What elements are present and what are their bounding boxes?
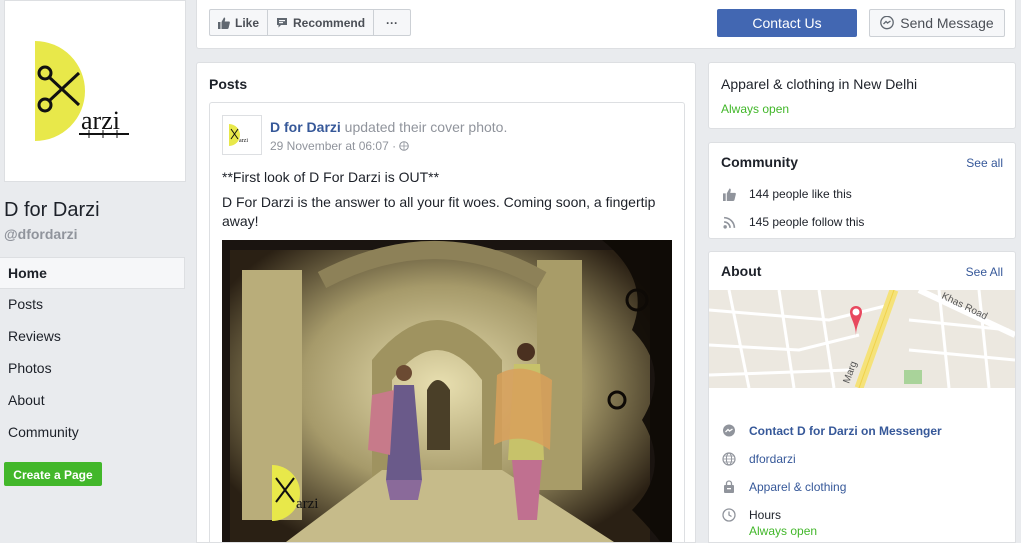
like-button[interactable]: Like [209, 9, 269, 36]
create-page-button[interactable]: Create a Page [4, 462, 102, 486]
community-card: Community See all 144 people like this 1… [708, 142, 1016, 239]
category-status: Always open [721, 102, 790, 116]
globe-icon [399, 139, 410, 153]
community-likes-row: 144 people like this [721, 187, 852, 201]
post-header: D for Darzi updated their cover photo. [270, 119, 507, 135]
community-heading: Community [721, 154, 798, 170]
rss-feed-icon [721, 216, 737, 229]
page-nav: Home Posts Reviews Photos About Communit… [0, 257, 185, 449]
nav-item-posts[interactable]: Posts [0, 289, 185, 321]
community-follows-row: 145 people follow this [721, 215, 864, 229]
globe-icon [721, 452, 737, 466]
about-card: About See All Khas Road Marg Contact D f… [708, 251, 1016, 543]
nav-item-about[interactable]: About [0, 385, 185, 417]
action-button-group: Like Recommend ··· [209, 9, 412, 36]
posts-card: Posts arzi D for Darzi updated their cov… [196, 62, 696, 543]
darzi-logo: arzi [35, 41, 129, 141]
post: arzi D for Darzi updated their cover pho… [209, 102, 685, 542]
hours-block: Hours Always open [749, 508, 817, 538]
like-label: Like [235, 15, 260, 30]
category-card: Apparel & clothing in New Delhi Always o… [708, 62, 1016, 129]
profile-picture[interactable]: arzi [4, 0, 186, 182]
more-dots-icon: ··· [386, 15, 399, 30]
messenger-contact-link[interactable]: Contact D for Darzi on Messenger [749, 424, 942, 438]
contact-us-button[interactable]: Contact Us [717, 9, 857, 37]
posts-heading: Posts [209, 76, 248, 92]
svg-text:arzi: arzi [81, 106, 120, 135]
about-heading: About [721, 263, 762, 279]
about-see-all-link[interactable]: See All [966, 265, 1003, 279]
post-timestamp[interactable]: 29 November at 06:07 · [270, 139, 410, 153]
cover-photo-image: arzi [222, 240, 672, 542]
community-likes-text: 144 people like this [749, 187, 852, 201]
messenger-icon [721, 424, 737, 438]
about-website-row: dfordarzi [721, 452, 796, 466]
send-message-button[interactable]: Send Message [869, 9, 1005, 37]
post-time-text: 29 November at 06:07 · [270, 139, 400, 153]
recommend-button[interactable]: Recommend [268, 9, 375, 36]
left-column: arzi D for Darzi @dfordarzi Home Posts R… [0, 0, 187, 543]
about-hours-row: Hours Always open [721, 508, 817, 538]
hours-status: Always open [749, 524, 818, 538]
post-author-link[interactable]: D for Darzi [270, 119, 341, 135]
post-cover-photo[interactable]: arzi [222, 240, 672, 542]
website-link[interactable]: dfordarzi [749, 452, 796, 466]
more-options-button[interactable]: ··· [374, 9, 412, 36]
speech-bubble-icon [276, 17, 288, 29]
nav-item-community[interactable]: Community [0, 417, 185, 449]
shopping-bag-icon [721, 480, 737, 494]
thumbs-up-icon [721, 188, 737, 201]
thumbs-up-icon [218, 17, 230, 29]
messenger-icon [880, 16, 895, 30]
action-bar: Like Recommend ··· Contact Us Send Messa… [196, 0, 1016, 49]
nav-item-reviews[interactable]: Reviews [0, 321, 185, 353]
community-follows-text: 145 people follow this [749, 215, 865, 229]
nav-item-photos[interactable]: Photos [0, 353, 185, 385]
category-link[interactable]: Apparel & clothing [749, 480, 846, 494]
page-handle[interactable]: @dfordarzi [4, 226, 78, 242]
post-text-line1: **First look of D For Darzi is OUT** [222, 169, 440, 185]
nav-item-home[interactable]: Home [0, 257, 185, 289]
send-message-label: Send Message [900, 15, 994, 31]
about-category-row: Apparel & clothing [721, 480, 846, 494]
svg-text:arzi: arzi [239, 138, 248, 144]
category-title[interactable]: Apparel & clothing in New Delhi [721, 76, 917, 92]
community-see-all-link[interactable]: See all [966, 156, 1003, 170]
page-name[interactable]: D for Darzi [4, 199, 100, 222]
post-text-line2: D For Darzi is the answer to all your fi… [222, 194, 656, 229]
about-messenger-row: Contact D for Darzi on Messenger [721, 424, 942, 438]
photo-logo-text: arzi [296, 496, 318, 512]
darzi-logo-small: arzi [229, 124, 248, 146]
map-image: Khas Road Marg [709, 290, 1015, 388]
post-action-text: updated their cover photo. [340, 119, 508, 135]
hours-label: Hours [749, 508, 782, 522]
recommend-label: Recommend [293, 15, 366, 30]
location-map[interactable]: Khas Road Marg [709, 290, 1015, 388]
clock-icon [721, 508, 737, 522]
post-author-avatar[interactable]: arzi [222, 115, 262, 155]
